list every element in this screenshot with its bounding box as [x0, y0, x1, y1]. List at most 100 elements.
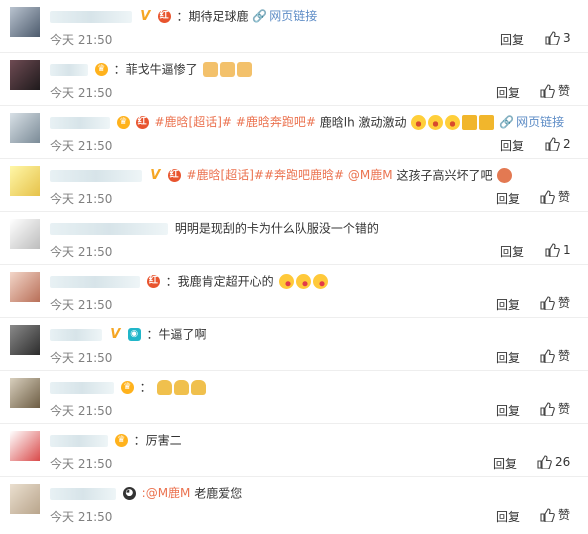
- like-button[interactable]: 2: [545, 134, 571, 152]
- username-blurred[interactable]: [50, 169, 142, 182]
- comment-text: ：厉害二: [133, 433, 182, 448]
- thumbs-up-emoji-icon: [202, 62, 218, 77]
- comment-row: V 红 ：期待足球鹿 🔗 网页链接 今天 21:50 回复 3: [0, 0, 588, 53]
- thumbs-up-icon: [540, 295, 555, 311]
- username-blurred[interactable]: [50, 10, 132, 23]
- comment-text: 老鹿爱您: [194, 486, 243, 501]
- avatar[interactable]: [10, 325, 40, 355]
- topic-tag[interactable]: #鹿晗[超话]#: [154, 115, 231, 129]
- comment-content: ♛ ：厉害二: [50, 432, 182, 448]
- like-button[interactable]: 赞: [540, 346, 570, 364]
- reply-button[interactable]: 回复: [500, 31, 524, 48]
- panda-badge-icon: ◕: [122, 487, 136, 500]
- like-count: 赞: [558, 348, 571, 363]
- comment-content: 红 ：我鹿肯定超开心的: [50, 273, 329, 289]
- comment-text: ：我鹿肯定超开心的: [165, 274, 274, 289]
- timestamp: 今天 21:50: [50, 86, 113, 100]
- reply-button[interactable]: 回复: [500, 137, 524, 154]
- thumbs-up-icon: [545, 30, 560, 46]
- camera-badge-icon: ◉: [127, 328, 141, 341]
- like-button[interactable]: 赞: [540, 81, 570, 99]
- username-blurred[interactable]: [50, 487, 116, 500]
- like-count: 3: [563, 30, 571, 45]
- username-blurred[interactable]: [50, 381, 114, 394]
- username-blurred[interactable]: [50, 328, 102, 341]
- user-mention[interactable]: @M鹿M: [348, 168, 393, 182]
- comment-text: ：牛逼了啊: [146, 327, 207, 342]
- comment-text: 这孩子高兴坏了吧: [396, 168, 493, 183]
- username-blurred[interactable]: [50, 434, 108, 447]
- verified-icon: V: [110, 327, 121, 342]
- reply-button[interactable]: 回复: [496, 190, 520, 207]
- thumbs-up-icon: [545, 242, 560, 258]
- username-blurred[interactable]: [50, 275, 140, 288]
- avatar[interactable]: [10, 484, 40, 514]
- timestamp: 今天 21:50: [50, 510, 113, 524]
- topic-tag[interactable]: #鹿晗[超话]##奔跑吧鹿晗#: [186, 168, 344, 182]
- timestamp: 今天 21:50: [50, 404, 113, 418]
- like-count: 1: [563, 242, 571, 257]
- avatar[interactable]: [10, 166, 40, 196]
- comment-row: ◕ :@M鹿M 老鹿爱您 今天 21:50 回复 赞: [0, 477, 588, 534]
- username-blurred[interactable]: [50, 63, 88, 76]
- comment-content: V 红 ：期待足球鹿 🔗 网页链接: [50, 8, 317, 24]
- like-button[interactable]: 赞: [540, 187, 570, 205]
- reply-button[interactable]: 回复: [496, 349, 520, 366]
- avatar[interactable]: [10, 378, 40, 408]
- reply-button[interactable]: 回复: [496, 84, 520, 101]
- reply-button[interactable]: 回复: [496, 296, 520, 313]
- like-count: 2: [563, 136, 571, 151]
- like-button[interactable]: 26: [537, 452, 570, 470]
- like-button[interactable]: 1: [545, 240, 571, 258]
- like-count: 26: [555, 454, 571, 469]
- shocked-emoji-icon: [445, 115, 461, 130]
- like-count: 赞: [558, 295, 571, 310]
- timestamp: 今天 21:50: [50, 298, 113, 312]
- comment-text: ：期待足球鹿: [176, 9, 249, 24]
- avatar[interactable]: [10, 219, 40, 249]
- avatar[interactable]: [10, 431, 40, 461]
- crown-badge-icon: ♛: [114, 434, 128, 447]
- thumbs-up-icon: [540, 189, 555, 205]
- web-link[interactable]: 🔗 网页链接: [252, 9, 317, 23]
- level-badge-icon: 红: [157, 10, 171, 23]
- level-badge-icon: 红: [146, 275, 160, 288]
- like-count: 赞: [558, 401, 571, 416]
- crown-badge-icon: ♛: [94, 63, 108, 76]
- comment-row: 明明是现刮的卡为什么队服没一个错的 今天 21:50 回复 1: [0, 212, 588, 265]
- sad-emoji-icon: [173, 380, 189, 395]
- comment-text: 明明是现刮的卡为什么队服没一个错的: [174, 221, 379, 236]
- like-button[interactable]: 3: [545, 28, 571, 46]
- like-button[interactable]: 赞: [540, 293, 570, 311]
- crown-badge-icon: ♛: [120, 381, 134, 394]
- beer-emoji-icon: [479, 115, 495, 130]
- avatar[interactable]: [10, 7, 40, 37]
- timestamp: 今天 21:50: [50, 457, 113, 471]
- comment-content: 明明是现刮的卡为什么队服没一个错的: [50, 220, 379, 236]
- thumbs-up-emoji-icon: [236, 62, 252, 77]
- avatar[interactable]: [10, 60, 40, 90]
- topic-tag[interactable]: #鹿晗奔跑吧#: [236, 115, 316, 129]
- comment-content: V 红 #鹿晗[超话]##奔跑吧鹿晗# @M鹿M 这孩子高兴坏了吧: [50, 167, 513, 183]
- reply-button[interactable]: 回复: [496, 508, 520, 525]
- link-icon: 🔗: [252, 9, 268, 23]
- reply-button[interactable]: 回复: [500, 243, 524, 260]
- link-icon: 🔗: [499, 115, 515, 129]
- kiss-emoji-icon: [295, 274, 311, 289]
- comment-text: ：: [139, 380, 152, 395]
- like-button[interactable]: 赞: [540, 399, 570, 417]
- avatar[interactable]: [10, 272, 40, 302]
- username-blurred[interactable]: [50, 222, 168, 235]
- comment-content: ♛ ：: [50, 379, 207, 395]
- user-mention[interactable]: :@M鹿M: [142, 486, 191, 500]
- like-button[interactable]: 赞: [540, 505, 570, 523]
- username-blurred[interactable]: [50, 116, 110, 129]
- reply-button[interactable]: 回复: [493, 455, 517, 472]
- comment-content: ♛ 红 #鹿晗[超话]# #鹿晗奔跑吧# 鹿晗lh 激动激动 🔗 网页链接: [50, 114, 564, 130]
- reply-button[interactable]: 回复: [496, 402, 520, 419]
- web-link[interactable]: 🔗 网页链接: [499, 115, 564, 129]
- sad-emoji-icon: [156, 380, 172, 395]
- thumbs-up-icon: [540, 507, 555, 523]
- thumbs-up-icon: [540, 348, 555, 364]
- avatar[interactable]: [10, 113, 40, 143]
